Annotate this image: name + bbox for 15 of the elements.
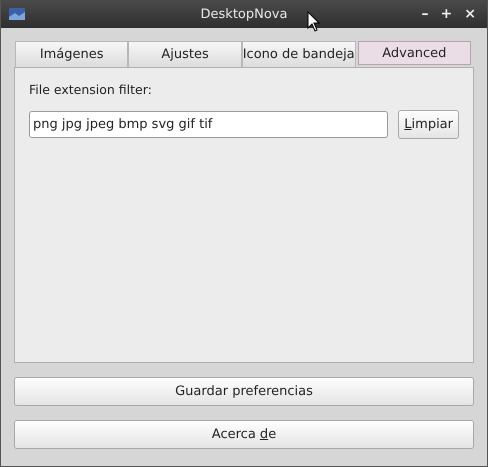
pointer-icon xyxy=(307,11,320,32)
maximize-button[interactable]: + xyxy=(438,6,456,22)
minimize-button[interactable]: – xyxy=(418,6,432,22)
tab[interactable]: Icono de bandeja xyxy=(242,41,356,67)
window-title: DesktopNova xyxy=(200,6,288,22)
tab[interactable]: Advanced xyxy=(358,41,472,65)
field-label: File extension filter: xyxy=(29,82,152,97)
tab[interactable]: Ajustes xyxy=(128,41,242,67)
app-icon xyxy=(9,8,25,20)
tab[interactable]: Imágenes xyxy=(15,41,128,67)
close-button[interactable]: × xyxy=(461,6,479,22)
save-button[interactable]: Guardar preferencias xyxy=(14,377,474,406)
about-button[interactable]: Acerca de xyxy=(14,420,474,449)
input-field[interactable]: png jpg jpeg bmp svg gif tif xyxy=(29,111,388,138)
clear-button[interactable]: Limpiar xyxy=(398,110,459,139)
